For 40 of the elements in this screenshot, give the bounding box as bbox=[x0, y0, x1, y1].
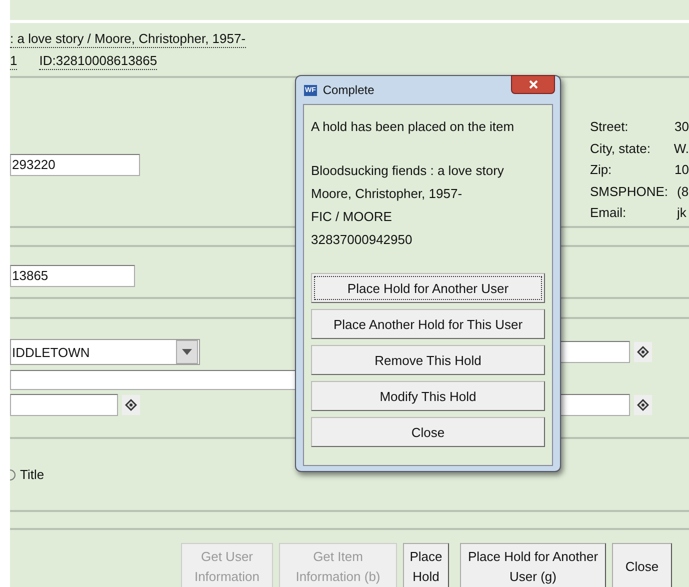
address-value: jk bbox=[677, 204, 686, 222]
lookup-icon[interactable] bbox=[634, 342, 652, 362]
record-title[interactable]: : a love story / Moore, Christopher, 1957- bbox=[10, 31, 246, 48]
item-detail: FIC / MOORE bbox=[311, 208, 393, 226]
item-detail: Bloodsucking fiends : a love story bbox=[311, 162, 505, 180]
address-value: (8 bbox=[677, 182, 689, 201]
text-field[interactable] bbox=[560, 394, 630, 416]
address-label: City, state: bbox=[590, 140, 652, 158]
address-label: Email: bbox=[590, 204, 628, 222]
address-value: 10 bbox=[674, 161, 689, 179]
radio-icon[interactable] bbox=[10, 468, 16, 480]
action-button[interactable]: Close bbox=[612, 543, 672, 587]
close-button[interactable] bbox=[511, 75, 555, 94]
library-dropdown[interactable]: IDDLETOWN bbox=[10, 339, 200, 365]
address-value: 30 bbox=[674, 118, 689, 136]
item-detail: 32837000942950 bbox=[311, 231, 414, 249]
text-field[interactable] bbox=[560, 341, 630, 363]
item-id-link[interactable]: ID:32810008613865 bbox=[39, 53, 158, 70]
close-icon[interactable] bbox=[528, 80, 538, 89]
dialog-title: Complete bbox=[322, 83, 374, 97]
text-field[interactable] bbox=[10, 394, 118, 416]
item-id-field[interactable]: 13865 bbox=[10, 265, 135, 287]
action-button[interactable]: Place Hold for Another User (g) bbox=[460, 543, 606, 587]
dialog-button[interactable]: Close bbox=[311, 417, 545, 447]
lookup-icon[interactable] bbox=[122, 395, 140, 415]
dialog-button[interactable]: Remove This Hold bbox=[311, 345, 545, 375]
address-label: Zip: bbox=[590, 161, 613, 179]
dialog-button[interactable]: Modify This Hold bbox=[311, 381, 545, 411]
copy-number: 1 bbox=[10, 53, 18, 70]
action-button[interactable]: Place Hold bbox=[403, 543, 449, 587]
dialog-button[interactable]: Place Another Hold for This User bbox=[311, 309, 545, 339]
item-detail: Moore, Christopher, 1957- bbox=[311, 185, 464, 203]
lookup-icon[interactable] bbox=[634, 395, 652, 415]
address-value: W. bbox=[674, 140, 689, 158]
search-by-label[interactable]: Title bbox=[20, 467, 44, 482]
dialog-button[interactable]: Place Hold for Another User bbox=[311, 273, 545, 303]
address-label: Street: bbox=[590, 118, 630, 136]
user-id-field[interactable]: 293220 bbox=[10, 154, 140, 176]
dialog-message: A hold has been placed on the item bbox=[311, 119, 516, 136]
address-label: SMSPHONE: bbox=[590, 182, 670, 200]
